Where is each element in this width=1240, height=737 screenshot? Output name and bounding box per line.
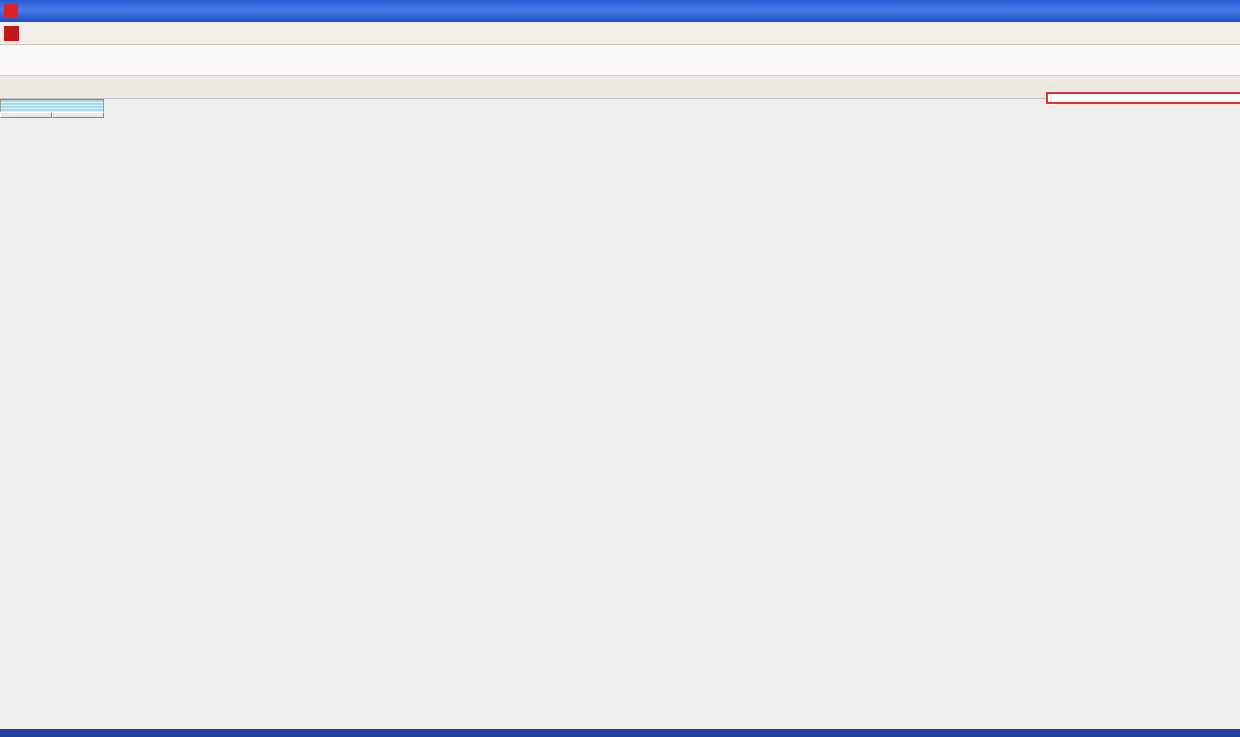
annotation-box bbox=[1046, 92, 1240, 104]
calc-support-button[interactable] bbox=[52, 112, 104, 118]
app-icon bbox=[4, 4, 18, 18]
menu-bar bbox=[0, 22, 1240, 45]
bottom-strip bbox=[0, 729, 1240, 737]
calc-resistance-button[interactable] bbox=[0, 112, 52, 118]
brand-logo-icon bbox=[4, 26, 19, 41]
main-toolbar bbox=[0, 45, 1240, 76]
gann-wheel-chart bbox=[0, 96, 1240, 737]
app-window bbox=[0, 0, 1240, 737]
index-info-panel bbox=[0, 96, 104, 118]
title-bar bbox=[0, 0, 1240, 22]
